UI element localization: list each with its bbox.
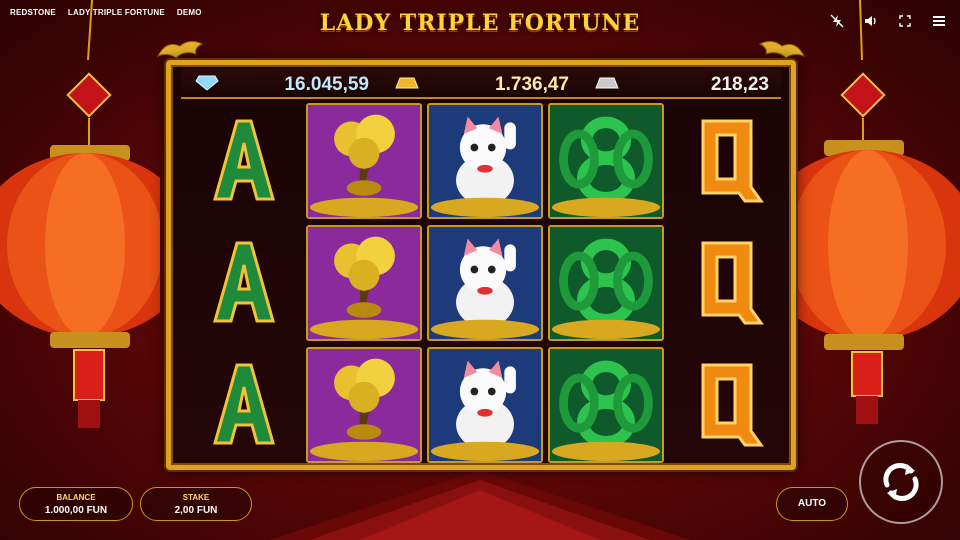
reel-symbol-money-tree — [306, 347, 422, 463]
turbo-off-icon[interactable] — [830, 14, 844, 28]
reel-symbol-q — [669, 103, 785, 219]
jackpot-gold: 1.736,47 — [381, 68, 581, 98]
reel-frame: 16.045,59 1.736,47 218,23 — [166, 60, 796, 470]
balance-value: 1.000,00 FUN — [44, 505, 108, 516]
stake-value: 2,00 FUN — [174, 505, 218, 516]
jackpot-diamond-value: 16.045,59 — [284, 74, 369, 95]
reel-symbol-green-8 — [548, 103, 664, 219]
fullscreen-icon[interactable] — [898, 14, 912, 28]
reel-symbol-green-8 — [548, 347, 664, 463]
reels-grid — [185, 103, 785, 465]
balance-label: BALANCE — [56, 493, 96, 502]
gold-dragon-icon — [758, 40, 806, 59]
spin-button[interactable] — [859, 440, 943, 524]
reel-symbol-q — [669, 347, 785, 463]
reel-symbol-green-8 — [548, 225, 664, 341]
reel-symbol-lucky-cat — [427, 103, 543, 219]
gold-bar-icon — [395, 77, 419, 89]
reel-symbol-lucky-cat — [427, 347, 543, 463]
reel-symbol-money-tree — [306, 225, 422, 341]
reel-symbol-a — [185, 103, 301, 219]
stake-selector[interactable]: STAKE 2,00 FUN — [140, 487, 252, 521]
reel-symbol-lucky-cat — [427, 225, 543, 341]
diamond-icon — [195, 75, 219, 91]
spin-icon — [883, 463, 919, 501]
gold-dragon-icon — [156, 40, 204, 59]
jackpot-bar: 16.045,59 1.736,47 218,23 — [181, 69, 781, 99]
reel-symbol-q — [669, 225, 785, 341]
sound-icon[interactable] — [864, 14, 878, 28]
jackpot-diamond: 16.045,59 — [181, 68, 381, 98]
reel-symbol-a — [185, 225, 301, 341]
jackpot-silver-value: 218,23 — [710, 74, 769, 95]
red-lantern-left — [0, 0, 160, 428]
fan-decoration — [270, 470, 690, 540]
stake-label: STAKE — [182, 493, 210, 502]
game-title: LADY TRIPLE FORTUNE — [319, 10, 641, 36]
reel-symbol-a — [185, 347, 301, 463]
silver-bar-icon — [595, 77, 619, 89]
balance-display: BALANCE 1.000,00 FUN — [19, 487, 133, 521]
jackpot-silver: 218,23 — [581, 68, 781, 98]
auto-button[interactable]: AUTO — [776, 487, 848, 521]
reel-symbol-money-tree — [306, 103, 422, 219]
top-bar: REDSTONE LADY TRIPLE FORTUNE DEMO LADY T… — [0, 0, 960, 36]
menu-icon[interactable] — [932, 14, 946, 28]
jackpot-gold-value: 1.736,47 — [495, 74, 569, 95]
